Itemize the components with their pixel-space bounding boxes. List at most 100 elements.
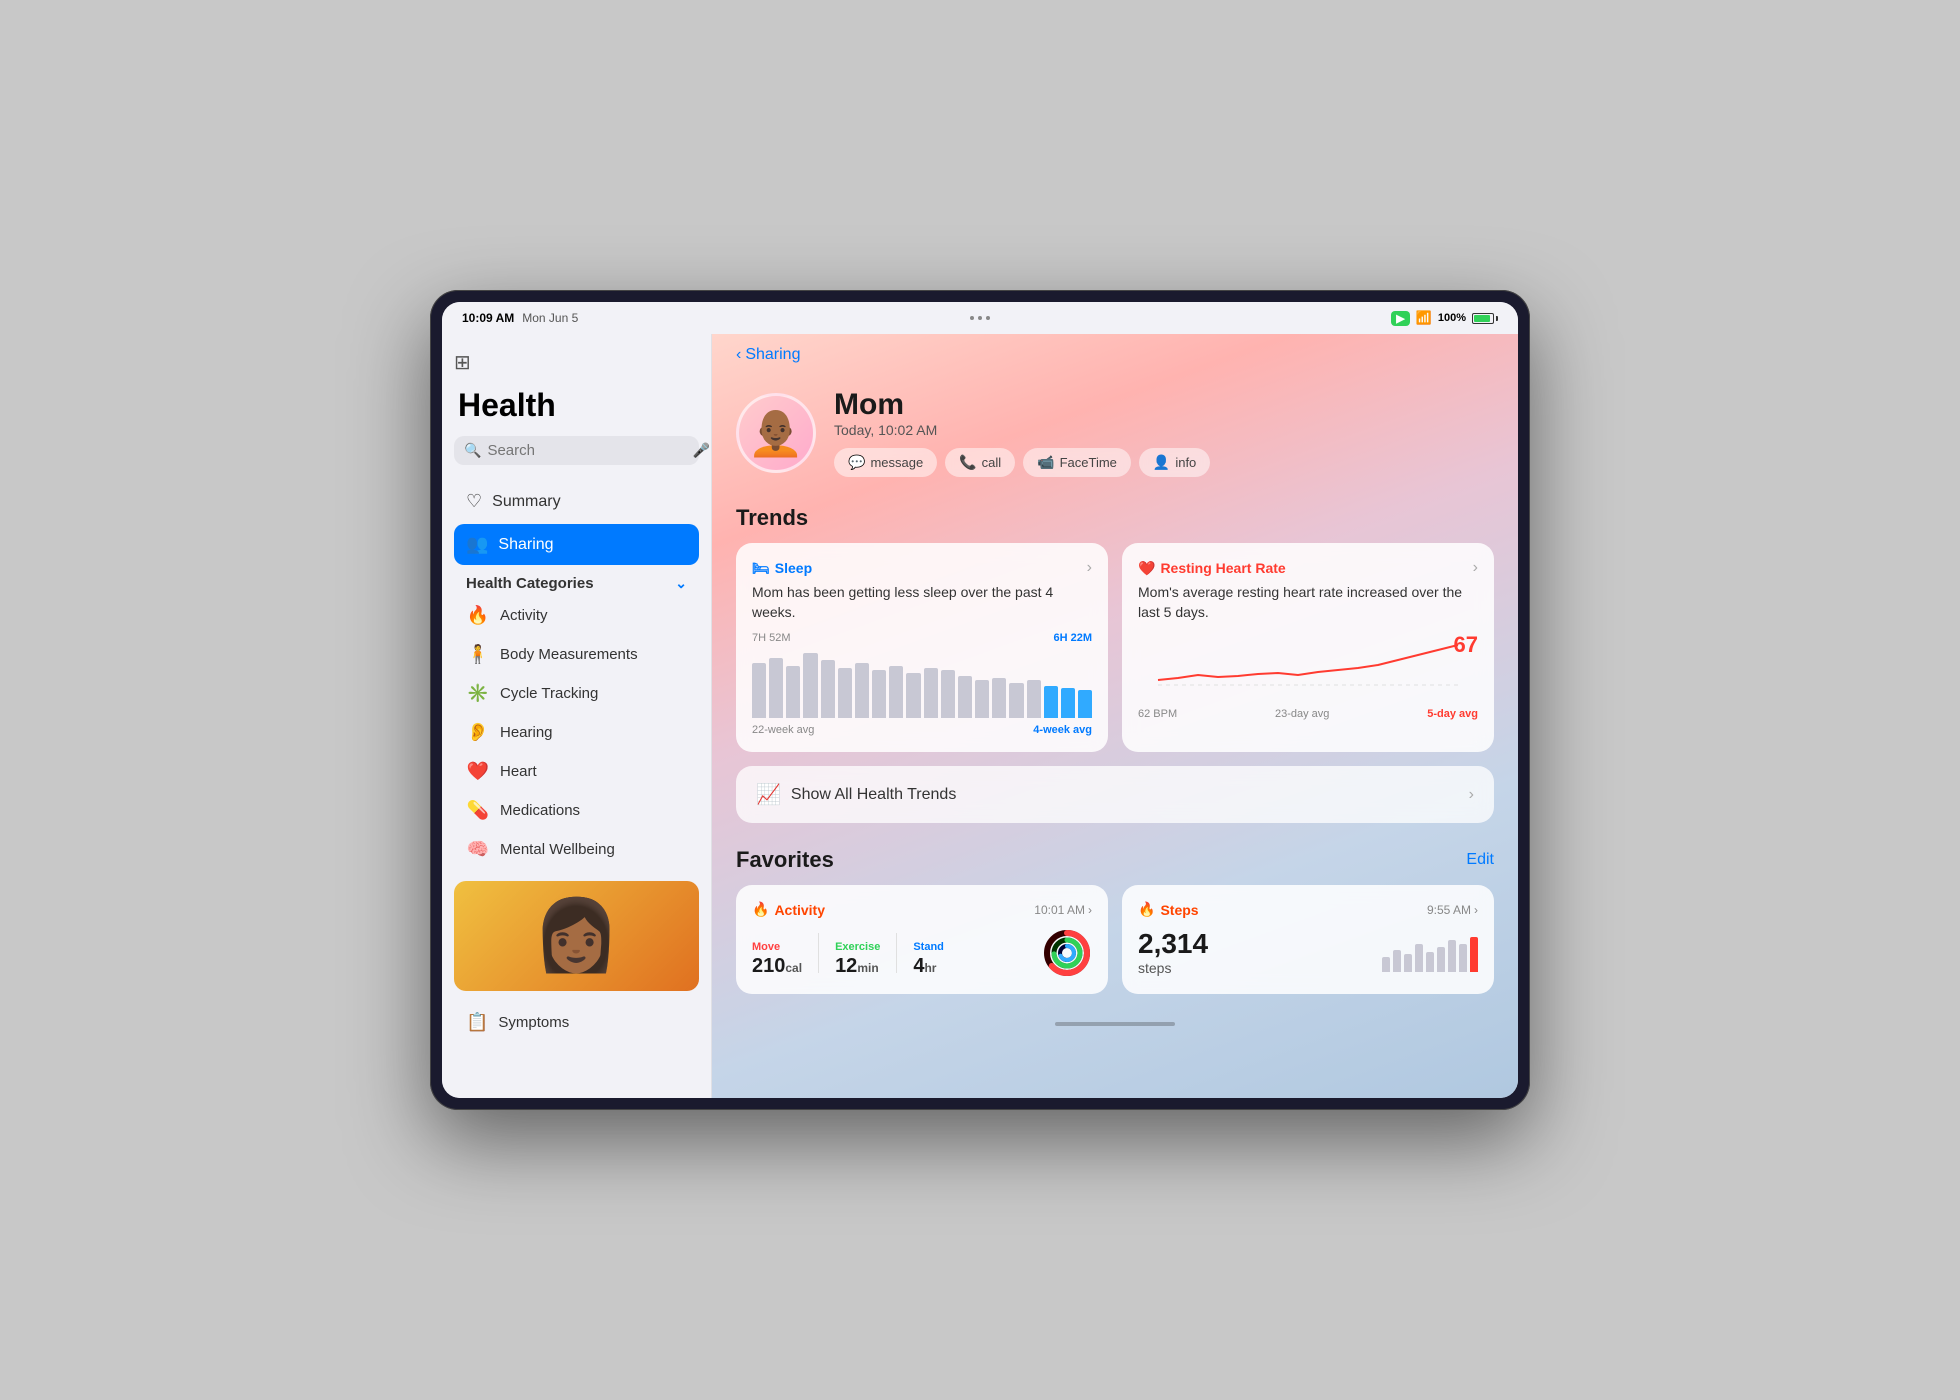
sidebar-item-hearing[interactable]: 👂 Hearing (454, 713, 699, 752)
dot3 (986, 316, 990, 320)
call-icon: 📞 (959, 454, 976, 471)
call-button[interactable]: 📞 call (945, 448, 1015, 477)
activity-icon: 🔥 (466, 605, 490, 626)
sidebar-item-summary[interactable]: ♡ Summary (454, 481, 699, 522)
app-title: Health (454, 387, 699, 424)
mental-label: Mental Wellbeing (500, 841, 615, 858)
facetime-button[interactable]: 📹 FaceTime (1023, 448, 1131, 477)
steps-fav-card[interactable]: 🔥 Steps 9:55 AM › 2,314 steps (1122, 885, 1494, 994)
medications-icon: 💊 (466, 800, 490, 821)
heart-chevron-icon: › (1473, 559, 1478, 577)
sleep-chevron-icon: › (1087, 559, 1092, 577)
heart-rate-value: 67 (1454, 632, 1478, 658)
battery-icon (1472, 313, 1498, 324)
move-value: 210cal (752, 955, 802, 978)
heart-rate-icon: ❤️ (1138, 560, 1155, 577)
steps-fav-title: 🔥 Steps (1138, 901, 1199, 918)
message-icon: 💬 (848, 454, 865, 471)
activity-stats: Move 210cal Exercise 12min Stand (752, 928, 1092, 978)
wifi-icon: 📶 (1416, 310, 1432, 326)
hearing-icon: 👂 (466, 722, 490, 743)
search-icon: 🔍 (464, 442, 481, 459)
sleep-period-left: 22-week avg (752, 724, 814, 736)
heart-bpm-label: 62 BPM (1138, 708, 1177, 720)
back-label: Sharing (745, 346, 800, 364)
summary-label: Summary (492, 493, 560, 511)
action-buttons: 💬 message 📞 call 📹 FaceTime (834, 448, 1494, 477)
sidebar-item-body[interactable]: 🧍 Body Measurements (454, 635, 699, 674)
steps-fav-icon: 🔥 (1138, 901, 1155, 918)
heart-rate-desc: Mom's average resting heart rate increas… (1138, 583, 1478, 622)
main-content: ‹ Sharing 🧑🏾‍🦲 Mom Today, 10:02 AM (712, 334, 1518, 1098)
sidebar-item-medications[interactable]: 💊 Medications (454, 791, 699, 830)
activity-fav-card[interactable]: 🔥 Activity 10:01 AM › Move 210cal (736, 885, 1108, 994)
mic-icon[interactable]: 🎤 (692, 442, 709, 459)
heart-label: Heart (500, 763, 537, 780)
steps-chevron-icon: › (1474, 903, 1478, 917)
search-input[interactable] (487, 442, 686, 459)
mental-icon: 🧠 (466, 839, 490, 860)
heart-icon: ❤️ (466, 761, 490, 782)
heart-chart-labels: 62 BPM 23-day avg 5-day avg (1138, 708, 1478, 720)
info-label: info (1175, 455, 1196, 470)
info-icon: 👤 (1153, 454, 1170, 471)
activity-fav-icon: 🔥 (752, 901, 769, 918)
move-label: Move (752, 941, 802, 953)
home-indicator (712, 1014, 1518, 1034)
sidebar-item-sharing[interactable]: 👥 Sharing (454, 524, 699, 565)
heart-rate-trend-card[interactable]: ❤️ Resting Heart Rate › Mom's average re… (1122, 543, 1494, 752)
hearing-label: Hearing (500, 724, 553, 741)
content-header: ‹ Sharing (712, 334, 1518, 372)
home-bar (1055, 1022, 1175, 1026)
search-bar[interactable]: 🔍 🎤 (454, 436, 699, 465)
sleep-card-title: 🛏 Sleep (752, 560, 812, 577)
show-all-label: Show All Health Trends (791, 786, 956, 804)
chevron-down-icon[interactable]: ⌄ (675, 575, 687, 592)
body-icon: 🧍 (466, 644, 490, 665)
sidebar-item-cycle[interactable]: ✳️ Cycle Tracking (454, 674, 699, 713)
trends-grid: 🛏 Sleep › Mom has been getting less slee… (712, 543, 1518, 766)
chart-labels: 22-week avg 4-week avg (752, 724, 1092, 736)
back-button[interactable]: ‹ Sharing (736, 346, 800, 364)
steps-fav-time: 9:55 AM › (1427, 903, 1478, 917)
sleep-avg-left: 7H 52M (752, 632, 791, 644)
activity-label: Activity (500, 607, 548, 624)
heart-rate-chart (1138, 640, 1478, 700)
stand-value: 4hr (913, 955, 944, 978)
heart-period-left: 23-day avg (1275, 708, 1329, 720)
sidebar-toggle[interactable]: ⊞ (454, 350, 699, 375)
main-area: ⊞ Health 🔍 🎤 ♡ Summary 👥 Sharing (442, 334, 1518, 1098)
camera-icon: ▶ (1391, 311, 1409, 326)
edit-button[interactable]: Edit (1466, 851, 1494, 869)
profile-name: Mom (834, 388, 1494, 422)
sharing-icon: 👥 (466, 534, 488, 555)
symptoms-label: Symptoms (498, 1014, 569, 1031)
sleep-desc: Mom has been getting less sleep over the… (752, 583, 1092, 622)
battery-label: 100% (1438, 312, 1466, 324)
facetime-label: FaceTime (1060, 455, 1117, 470)
profile-time: Today, 10:02 AM (834, 422, 1494, 438)
sleep-chart (752, 648, 1092, 718)
heart-period-right: 5-day avg (1427, 708, 1478, 720)
show-all-trends-card[interactable]: 📈 Show All Health Trends › (736, 766, 1494, 823)
health-categories-label: Health Categories (466, 575, 594, 592)
status-time: 10:09 AM (462, 311, 514, 325)
favorites-title: Favorites (736, 847, 834, 873)
sidebar-item-symptoms[interactable]: 📋 Symptoms (454, 1003, 699, 1042)
medications-label: Medications (500, 802, 580, 819)
sleep-trend-card[interactable]: 🛏 Sleep › Mom has been getting less slee… (736, 543, 1108, 752)
ipad-screen: 10:09 AM Mon Jun 5 ▶ 📶 100% (442, 302, 1518, 1098)
sharing-label: Sharing (498, 536, 553, 554)
sidebar: ⊞ Health 🔍 🎤 ♡ Summary 👥 Sharing (442, 334, 712, 1098)
sidebar-item-activity[interactable]: 🔥 Activity (454, 596, 699, 635)
info-button[interactable]: 👤 info (1139, 448, 1210, 477)
sidebar-item-heart[interactable]: ❤️ Heart (454, 752, 699, 791)
avatar: 🧑🏾‍🦲 (736, 393, 816, 473)
cycle-label: Cycle Tracking (500, 685, 598, 702)
sidebar-item-mental[interactable]: 🧠 Mental Wellbeing (454, 830, 699, 869)
profile-section: 🧑🏾‍🦲 Mom Today, 10:02 AM 💬 message 📞 (712, 372, 1518, 497)
body-label: Body Measurements (500, 646, 638, 663)
message-button[interactable]: 💬 message (834, 448, 937, 477)
symptoms-icon: 📋 (466, 1012, 488, 1033)
sleep-avg-right: 6H 22M (1053, 632, 1092, 644)
